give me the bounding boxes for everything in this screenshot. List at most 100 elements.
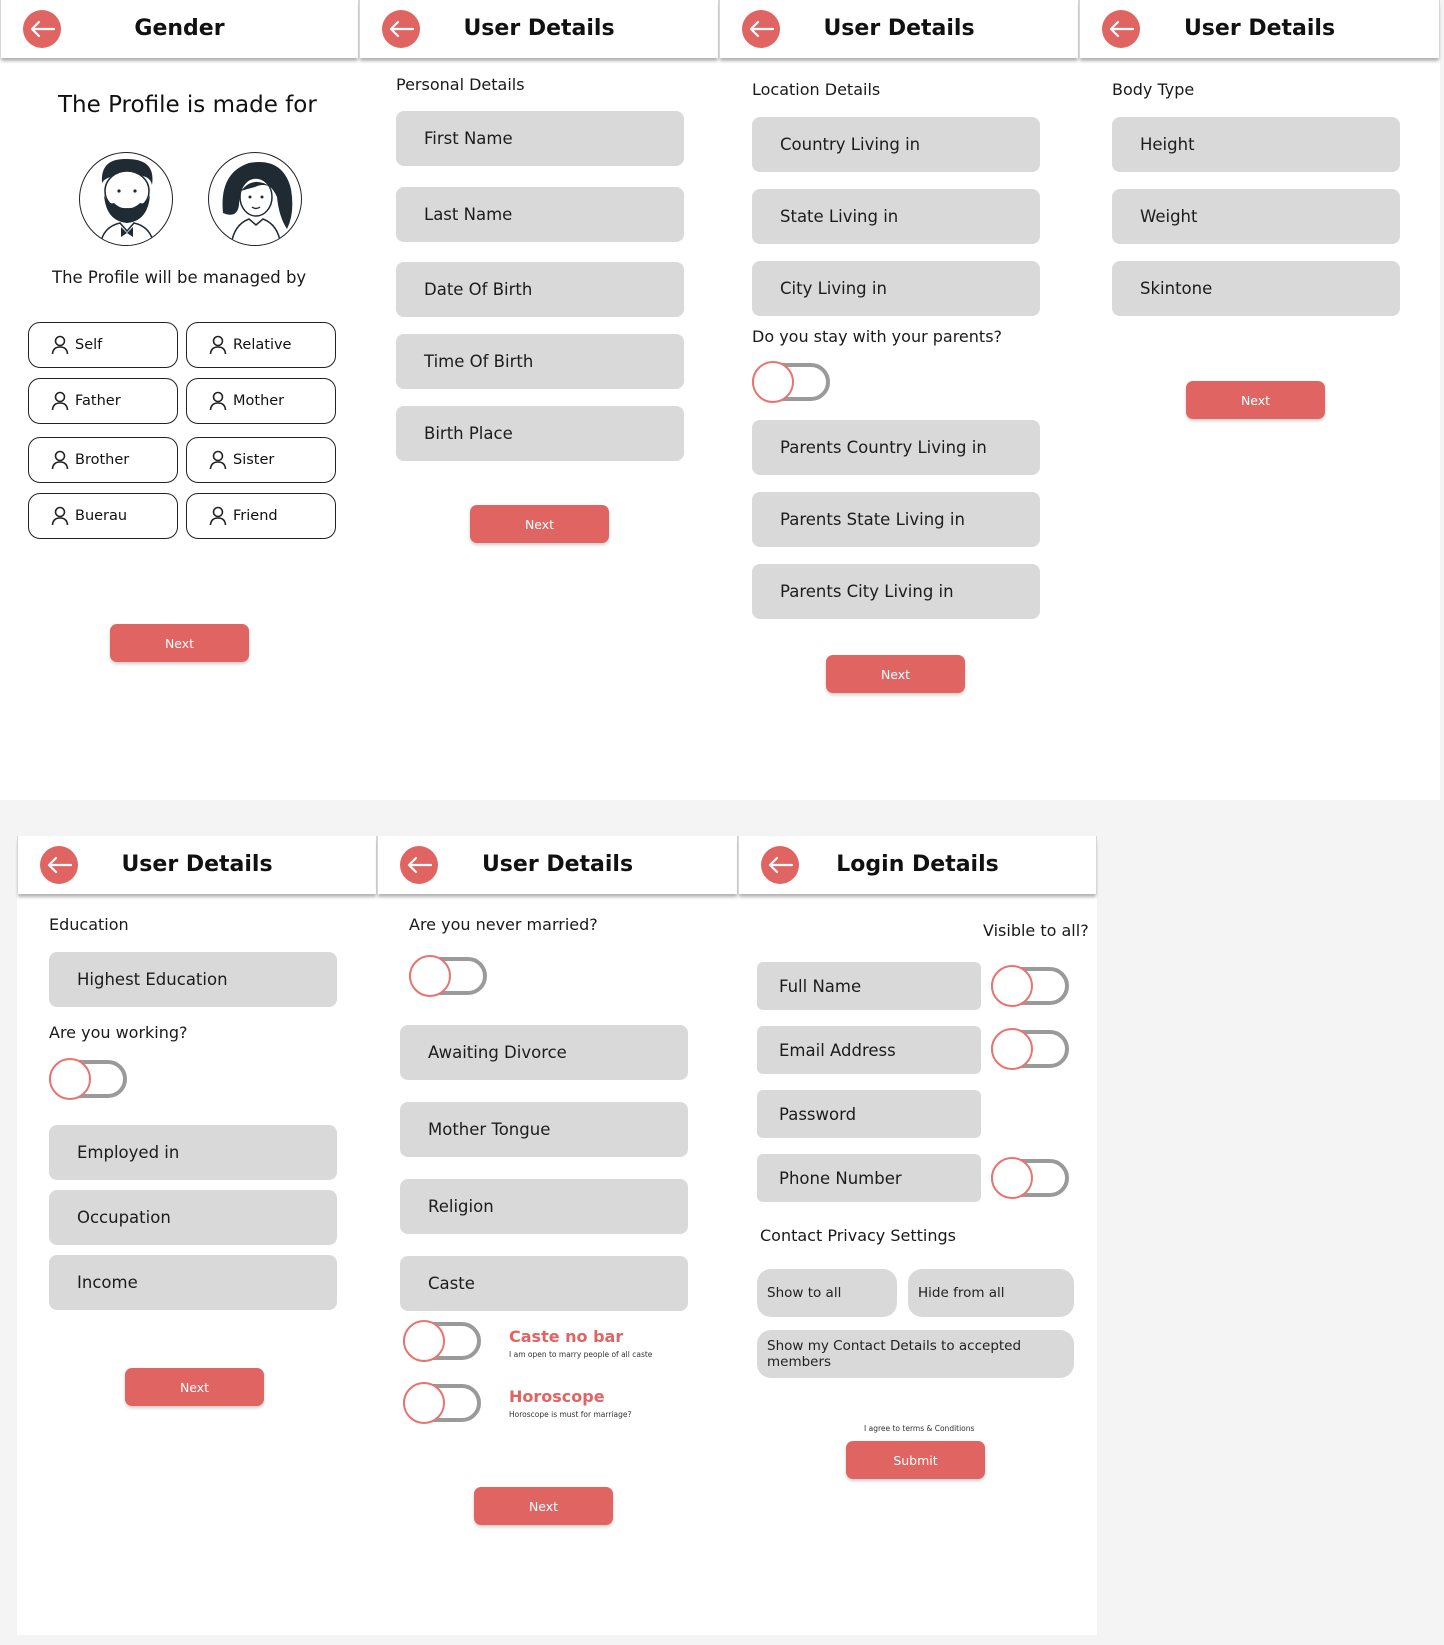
header: User Details bbox=[1079, 0, 1440, 58]
never-married-question: Are you never married? bbox=[409, 915, 598, 934]
option-label: Brother bbox=[75, 452, 130, 468]
toggle-knob bbox=[991, 1157, 1033, 1199]
male-avatar[interactable] bbox=[79, 152, 173, 246]
submit-button[interactable]: Submit bbox=[846, 1441, 985, 1479]
occupation-field[interactable]: Occupation bbox=[49, 1190, 337, 1245]
section-label: Education bbox=[49, 915, 129, 934]
city-field[interactable]: City Living in bbox=[752, 261, 1040, 316]
manager-option-self[interactable]: Self bbox=[28, 322, 178, 368]
page-title: User Details bbox=[1183, 16, 1336, 41]
next-button[interactable]: Next bbox=[1186, 381, 1325, 419]
skintone-field[interactable]: Skintone bbox=[1112, 261, 1400, 316]
phone-number-field[interactable]: Phone Number bbox=[757, 1154, 981, 1202]
option-label: Buerau bbox=[75, 508, 128, 524]
stay-with-parents-toggle[interactable] bbox=[752, 361, 834, 403]
section-label: Personal Details bbox=[396, 75, 525, 94]
section-label: Location Details bbox=[752, 80, 881, 99]
terms-checkbox-label[interactable]: I agree to terms & Conditions bbox=[864, 1424, 974, 1433]
mother-tongue-field[interactable]: Mother Tongue bbox=[400, 1102, 688, 1157]
header: User Details bbox=[359, 0, 719, 58]
password-field[interactable]: Password bbox=[757, 1090, 981, 1138]
made-for-label: The Profile is made for bbox=[58, 92, 317, 118]
manager-option-sister[interactable]: Sister bbox=[186, 437, 336, 483]
show-to-all-button[interactable]: Show to all bbox=[757, 1269, 897, 1317]
toggle-knob bbox=[403, 1382, 445, 1424]
first-name-field[interactable]: First Name bbox=[396, 111, 684, 166]
option-label: Father bbox=[75, 393, 121, 409]
working-toggle[interactable] bbox=[49, 1058, 131, 1100]
female-avatar[interactable] bbox=[208, 152, 302, 246]
page-title: User Details bbox=[463, 16, 615, 41]
managed-by-label: The Profile will be managed by bbox=[52, 268, 307, 287]
user-icon bbox=[51, 450, 69, 470]
manager-option-brother[interactable]: Brother bbox=[28, 437, 178, 483]
phone-visibility-toggle[interactable] bbox=[991, 1157, 1073, 1199]
page-title: User Details bbox=[823, 16, 975, 41]
country-field[interactable]: Country Living in bbox=[752, 117, 1040, 172]
next-button[interactable]: Next bbox=[826, 655, 965, 693]
header: User Details bbox=[719, 0, 1079, 58]
option-label: Mother bbox=[233, 393, 285, 409]
highest-education-field[interactable]: Highest Education bbox=[49, 952, 337, 1007]
email-visibility-toggle[interactable] bbox=[991, 1028, 1073, 1070]
never-married-toggle[interactable] bbox=[409, 955, 491, 997]
caste-no-bar-title: Caste no bar bbox=[509, 1327, 624, 1346]
manager-option-friend[interactable]: Friend bbox=[186, 493, 336, 539]
awaiting-divorce-field[interactable]: Awaiting Divorce bbox=[400, 1025, 688, 1080]
income-field[interactable]: Income bbox=[49, 1255, 337, 1310]
caste-no-bar-subtitle: I am open to marry people of all caste bbox=[509, 1350, 653, 1359]
next-button[interactable]: Next bbox=[110, 624, 249, 662]
user-icon bbox=[209, 335, 227, 355]
working-question: Are you working? bbox=[49, 1023, 188, 1042]
page-title: User Details bbox=[121, 852, 273, 877]
user-icon bbox=[209, 450, 227, 470]
horoscope-subtitle: Horoscope is must for marriage? bbox=[509, 1410, 632, 1419]
employed-in-field[interactable]: Employed in bbox=[49, 1125, 337, 1180]
email-address-field[interactable]: Email Address bbox=[757, 1026, 981, 1074]
next-button[interactable]: Next bbox=[125, 1368, 264, 1406]
visible-to-all-label: Visible to all? bbox=[983, 921, 1089, 940]
parents-country-field[interactable]: Parents Country Living in bbox=[752, 420, 1040, 475]
page-title: Login Details bbox=[836, 852, 999, 877]
manager-option-mother[interactable]: Mother bbox=[186, 378, 336, 424]
show-to-accepted-button[interactable]: Show my Contact Details to accepted memb… bbox=[757, 1330, 1074, 1378]
toggle-knob bbox=[752, 361, 794, 403]
next-button[interactable]: Next bbox=[474, 1487, 613, 1525]
header: Gender bbox=[0, 0, 359, 58]
parents-city-field[interactable]: Parents City Living in bbox=[752, 564, 1040, 619]
option-label: Relative bbox=[233, 337, 292, 353]
header: User Details bbox=[17, 836, 377, 894]
caste-no-bar-toggle[interactable] bbox=[403, 1320, 485, 1362]
state-field[interactable]: State Living in bbox=[752, 189, 1040, 244]
parents-state-field[interactable]: Parents State Living in bbox=[752, 492, 1040, 547]
full-name-field[interactable]: Full Name bbox=[757, 962, 981, 1010]
religion-field[interactable]: Religion bbox=[400, 1179, 688, 1234]
user-icon bbox=[209, 506, 227, 526]
stay-with-parents-question: Do you stay with your parents? bbox=[752, 327, 1003, 346]
header: User Details bbox=[377, 836, 738, 894]
option-label: Self bbox=[75, 337, 103, 353]
option-label: Sister bbox=[233, 452, 275, 468]
date-of-birth-field[interactable]: Date Of Birth bbox=[396, 262, 684, 317]
birth-place-field[interactable]: Birth Place bbox=[396, 406, 684, 461]
next-button[interactable]: Next bbox=[470, 505, 609, 543]
toggle-knob bbox=[49, 1058, 91, 1100]
user-icon bbox=[51, 335, 69, 355]
horoscope-toggle[interactable] bbox=[403, 1382, 485, 1424]
height-field[interactable]: Height bbox=[1112, 117, 1400, 172]
time-of-birth-field[interactable]: Time Of Birth bbox=[396, 334, 684, 389]
page-title: User Details bbox=[481, 852, 634, 877]
toggle-knob bbox=[409, 955, 451, 997]
hide-from-all-button[interactable]: Hide from all bbox=[908, 1269, 1074, 1317]
manager-option-bureau[interactable]: Buerau bbox=[28, 493, 178, 539]
caste-field[interactable]: Caste bbox=[400, 1256, 688, 1311]
manager-option-father[interactable]: Father bbox=[28, 378, 178, 424]
option-label: Friend bbox=[233, 508, 278, 524]
last-name-field[interactable]: Last Name bbox=[396, 187, 684, 242]
manager-option-relative[interactable]: Relative bbox=[186, 322, 336, 368]
user-icon bbox=[209, 391, 227, 411]
horoscope-title: Horoscope bbox=[509, 1387, 605, 1406]
weight-field[interactable]: Weight bbox=[1112, 189, 1400, 244]
full-name-visibility-toggle[interactable] bbox=[991, 965, 1073, 1007]
toggle-knob bbox=[991, 965, 1033, 1007]
